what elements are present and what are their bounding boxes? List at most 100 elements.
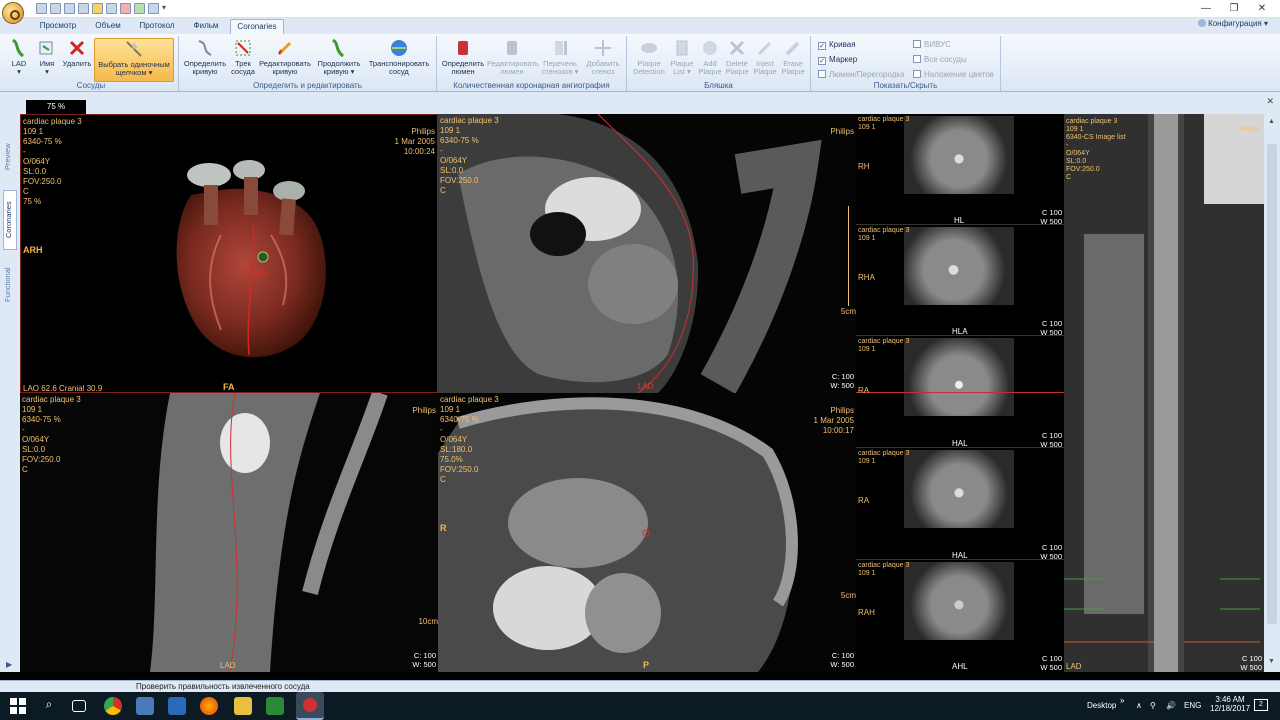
curved-mpr-bottom-viewport[interactable]: cardiac plaque 3 109 1 6340-75 % - O/064Y SL:… — [20, 393, 438, 672]
tray-expand-icon[interactable]: ∧ — [1136, 701, 1142, 710]
tab-view[interactable]: Просмотр — [30, 19, 86, 34]
network-icon[interactable]: ⚲ — [1150, 701, 1156, 710]
curved-mpr-top-viewport[interactable]: cardiac plaque 3 109 1 6340-75 % - O/064Y SL:… — [438, 114, 856, 393]
task-view-icon[interactable] — [72, 700, 86, 712]
track-vessel-button[interactable]: Трек сосуда — [231, 38, 255, 82]
cs-bottom-label: HAL — [952, 551, 968, 560]
spreadsheet-icon[interactable] — [266, 697, 284, 715]
qat-dropdown-icon[interactable]: ▾ — [162, 3, 168, 14]
notification-center-icon[interactable]: 2 — [1254, 699, 1268, 711]
cross-section-2[interactable]: cardiac plaque 3 109 1 RHA HLA C 100 W 500 — [856, 225, 1064, 337]
erase-plaque-button[interactable]: Erase Plaque — [779, 38, 807, 82]
app-menu-button[interactable] — [2, 2, 24, 24]
side-tab-preview[interactable]: Preview — [3, 134, 17, 180]
continue-curve-button[interactable]: Продолжить кривую ▾ — [315, 38, 363, 82]
single-click-select-icon — [126, 41, 142, 57]
stenosis-list-button[interactable]: Перечень стенозов ▾ — [539, 38, 581, 82]
tab-volume[interactable]: Объем — [86, 19, 130, 34]
cross-section-3[interactable]: cardiac plaque 3 109 1 RA HAL C 100 W 500 — [856, 336, 1064, 449]
define-curve-icon — [198, 40, 212, 56]
close-button[interactable]: ✕ — [1248, 1, 1276, 17]
cross-section-5[interactable]: cardiac plaque 3 109 1 RAH AHL C 100 W 500 — [856, 560, 1064, 672]
erase-plaque-icon — [785, 41, 800, 56]
inject-plaque-button[interactable]: Inject Plaque — [751, 38, 779, 82]
all-vessels-checkbox[interactable]: Все сосуды — [913, 55, 967, 64]
file-explorer-icon[interactable] — [234, 697, 252, 715]
windows-start-icon[interactable] — [10, 698, 26, 714]
right-scrollbar[interactable]: ▲ ▼ — [1264, 114, 1280, 672]
restore-button[interactable]: ❐ — [1220, 1, 1248, 17]
save-icon[interactable] — [36, 3, 47, 14]
vr3d-viewport[interactable]: cardiac plaque 3 109 1 6340-75 % - O/064Y SL:… — [20, 114, 438, 393]
zoom-tab[interactable]: 75 % — [26, 100, 86, 114]
volume-icon[interactable]: 🔊 — [1166, 701, 1176, 710]
clock-date: 12/18/2017 — [1210, 704, 1251, 713]
viewer-close-icon[interactable]: ✕ — [1266, 96, 1274, 107]
define-lumen-button[interactable]: Определить люмен — [441, 38, 485, 82]
name-vessel-button[interactable]: Имя ▾ — [34, 38, 60, 82]
firefox-icon[interactable] — [200, 697, 218, 715]
straightened-vessel-viewport[interactable]: cardiac plaque 3 109 1 6340-CS Image list -… — [1064, 114, 1264, 672]
marker-checkbox[interactable]: ✓ Маркер — [818, 55, 857, 65]
clock-time: 3:46 AM — [1215, 695, 1245, 704]
cross-section-1[interactable]: cardiac plaque 3 109 1 RH HL C 100 W 500 — [856, 114, 1064, 226]
contrast-icon[interactable] — [148, 3, 159, 14]
search-icon[interactable]: ⌕ — [40, 697, 58, 715]
plaque-list-button[interactable]: Plaque List ▾ — [667, 38, 697, 82]
edit-lumen-button[interactable]: Редактировать люмен — [487, 38, 539, 82]
tab-coronaries[interactable]: Coronaries — [230, 19, 284, 34]
ivus-checkbox[interactable]: ВИВУС — [913, 40, 951, 49]
scroll-up-icon[interactable]: ▲ — [1268, 118, 1275, 125]
copy-icon[interactable] — [64, 3, 75, 14]
group-label-vessels: Сосуды — [76, 81, 106, 90]
toolbar-chevron-icon[interactable]: » — [1120, 696, 1124, 705]
pencil-icon[interactable] — [78, 3, 89, 14]
windows-taskbar: ⌕ Desktop » ∧ ⚲ 🔊 ENG 3:46 AM 12/18/2017… — [0, 692, 1280, 720]
app-icon[interactable] — [136, 697, 154, 715]
tab-film[interactable]: Фильм — [184, 19, 228, 34]
phone-icon[interactable] — [168, 697, 186, 715]
graph-icon[interactable] — [92, 3, 103, 14]
language-indicator[interactable]: ENG — [1184, 701, 1201, 710]
refresh-icon[interactable] — [134, 3, 145, 14]
plaque-detection-icon — [641, 43, 657, 53]
delete-plaque-button[interactable]: Delete Plaque — [723, 38, 751, 82]
clock[interactable]: 3:46 AM 12/18/2017 — [1210, 695, 1250, 713]
cs-bottom-label: HLA — [952, 327, 968, 336]
print-icon[interactable] — [50, 3, 61, 14]
define-curve-button[interactable]: Определить кривую — [181, 38, 229, 82]
cross-section-4[interactable]: cardiac plaque 3 109 1 RA HAL C 100 W 500 — [856, 448, 1064, 561]
config-menu[interactable]: Конфигурация ▾ — [1197, 19, 1268, 28]
viewer-app-active-icon[interactable] — [296, 692, 324, 720]
transpose-vessel-button[interactable]: Транспонировать сосуд — [365, 38, 433, 82]
lad-vessel-button[interactable]: LAD ▾ — [6, 38, 32, 82]
delete-x-icon — [69, 40, 85, 56]
delete-vessel-button[interactable]: Удалить — [62, 38, 92, 82]
cs-window-level: C 100 W 500 — [1040, 431, 1062, 449]
curve-checkbox[interactable]: ✓ Кривая — [818, 40, 856, 50]
vr3d-orientation-bottom: FA — [223, 382, 235, 392]
chrome-icon[interactable] — [104, 697, 122, 715]
add-plaque-button[interactable]: Add Plaque — [697, 38, 723, 82]
color-overlay-checkbox[interactable]: Наложение цветов — [913, 70, 994, 79]
side-tab-coronaries[interactable]: Coronaries — [3, 190, 17, 250]
side-tab-functional[interactable]: Functional — [3, 260, 17, 310]
desktop-toolbar[interactable]: Desktop — [1087, 701, 1116, 710]
curved-bottom-window-level: C: 100 W: 500 — [412, 651, 436, 669]
axial-viewport[interactable]: cardiac plaque 3 109 1 6340-75 % - O/064Y SL:… — [438, 393, 856, 672]
hand-icon[interactable] — [120, 3, 131, 14]
single-click-select-button[interactable]: Выбрать одиночным щелчком ▾ — [94, 38, 174, 82]
minimize-button[interactable]: — — [1192, 1, 1220, 17]
scroll-thumb[interactable] — [1267, 144, 1277, 624]
stenosis-list-icon — [555, 41, 567, 55]
curved-mpr-bottom-image — [150, 393, 388, 672]
edit-curve-button[interactable]: Редактировать кривую — [257, 38, 313, 82]
tab-protocol[interactable]: Протокол — [130, 19, 184, 34]
lumen-septum-checkbox[interactable]: Люмен/Перегородка — [818, 70, 905, 79]
add-stenosis-button[interactable]: Добавить стеноз — [583, 38, 623, 82]
zoom-icon[interactable] — [106, 3, 117, 14]
plaque-detection-button[interactable]: Plaque Detection — [631, 38, 667, 82]
expand-arrow-icon[interactable]: ▶ — [6, 660, 12, 669]
axial-scale: 5cm — [840, 591, 856, 600]
scroll-down-icon[interactable]: ▼ — [1268, 658, 1275, 665]
